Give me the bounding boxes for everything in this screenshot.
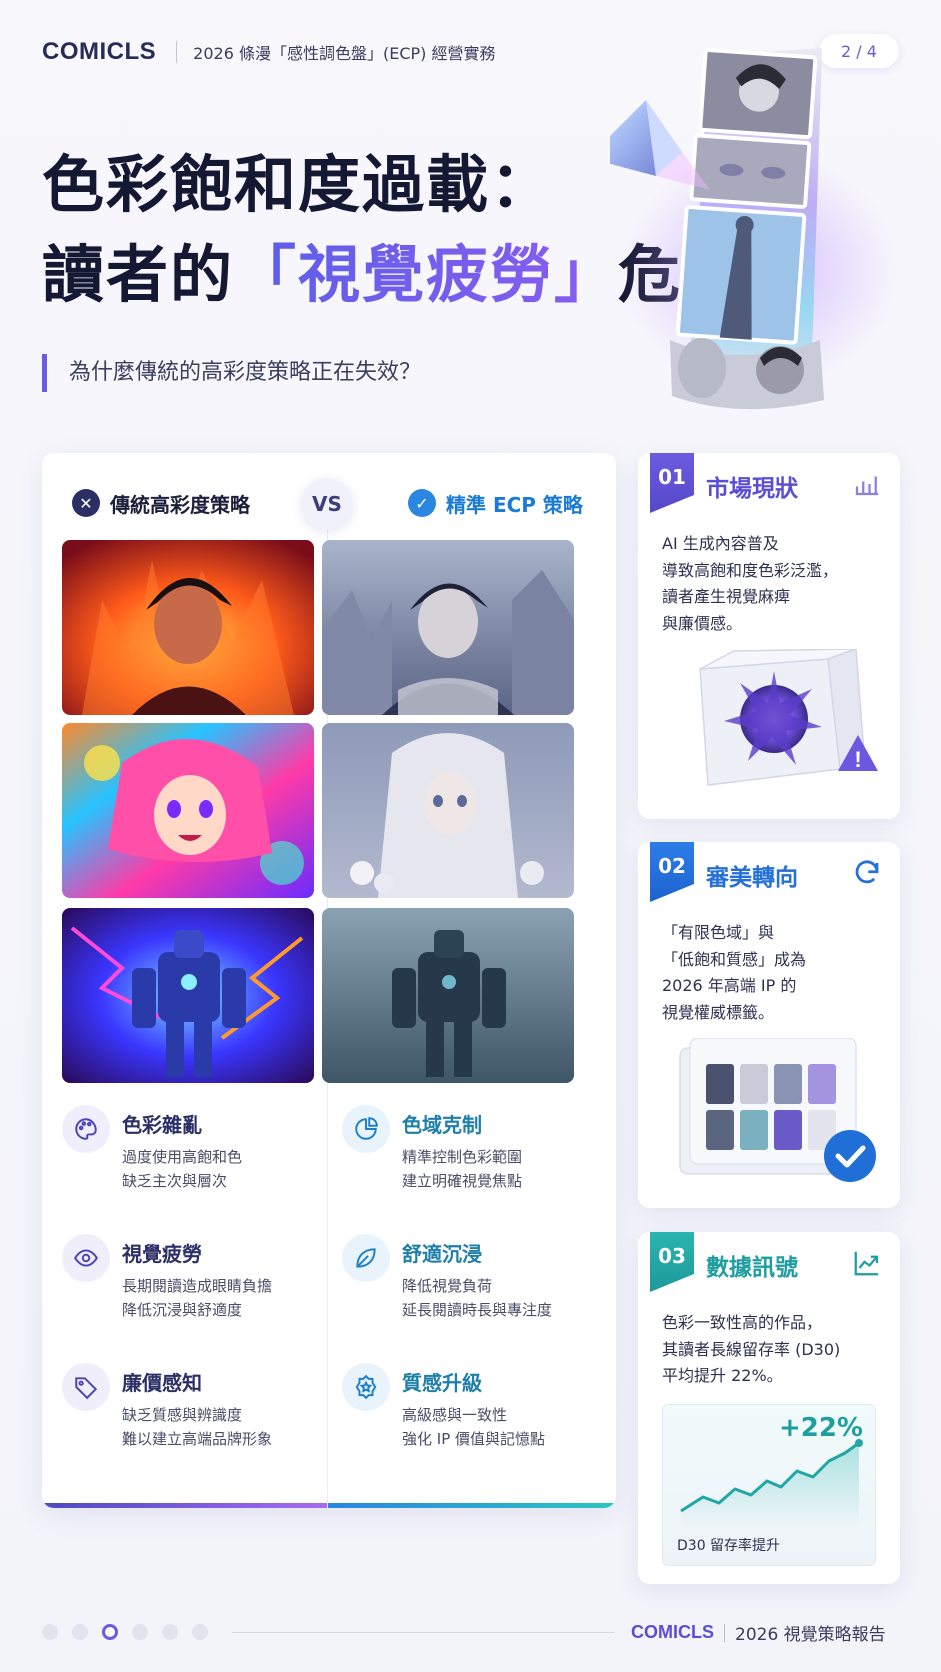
- retention-increase-value: +22%: [778, 1413, 863, 1443]
- left-accent-bar: [42, 1503, 327, 1508]
- card-number: 02: [650, 842, 694, 902]
- card-body: AI 生成內容普及 導致高飽和度色彩泛濫， 讀者產生視覺麻痺 與廉價感。: [662, 534, 839, 633]
- svg-text:!: !: [854, 747, 861, 772]
- feature-gamut-restraint: 色域克制 精準控制色彩範圍 建立明確視覺焦點: [342, 1105, 602, 1195]
- feature-title: 色彩雜亂: [122, 1113, 202, 1137]
- feature-title: 廉價感知: [122, 1371, 202, 1395]
- feature-title: 舒適沉浸: [402, 1242, 482, 1266]
- feature-title: 色域克制: [402, 1113, 482, 1137]
- card-market-status: 01 市場現狀 AI 生成內容普及 導致高飽和度色彩泛濫， 讀者產生視覺麻痺 與…: [638, 453, 900, 819]
- card-title: 市場現狀: [706, 476, 798, 502]
- title-accent: 「視覺疲勞」: [234, 238, 619, 311]
- page-dot-6[interactable]: [192, 1624, 208, 1640]
- feature-cheap-perception: 廉價感知 缺乏質感與辨識度 難以建立高端品牌形象: [62, 1363, 322, 1453]
- title-pre: 讀者的: [42, 238, 235, 311]
- muted-robot-image: [322, 908, 574, 1083]
- card-aesthetic-shift: 02 審美轉向 「有限色域」與 「低飽和質感」成為 2026 年高端 IP 的 …: [638, 842, 900, 1208]
- footer-label: 2026 視覺策略報告: [735, 1625, 886, 1645]
- page-dot-2[interactable]: [72, 1624, 88, 1640]
- muted-hero-image: [322, 540, 574, 715]
- feature-desc: 精準控制色彩範圍 建立明確視覺焦點: [402, 1148, 523, 1190]
- feature-quality-upgrade: 質感升級 高級感與一致性 強化 IP 價值與記憶點: [342, 1363, 602, 1453]
- card-number: 01: [650, 453, 694, 513]
- page-dot-3-active[interactable]: [102, 1624, 118, 1640]
- report-title: 2026 條漫「感性調色盤」(ECP) 經營實務: [193, 44, 496, 63]
- footer: COMICLS 2026 視覺策略報告: [631, 1620, 886, 1645]
- page-dot-5[interactable]: [162, 1624, 178, 1640]
- comparison-card: ✕ 傳統高彩度策略 VS ✓ 精準 ECP 策略 色彩雜亂 過度使用高飽和色 缺…: [42, 453, 616, 1508]
- left-heading-label: 傳統高彩度策略: [110, 492, 250, 517]
- page-indicator: [42, 1624, 208, 1640]
- page-dot-1[interactable]: [42, 1624, 58, 1640]
- footer-separator: [724, 1623, 725, 1642]
- feature-title: 質感升級: [402, 1371, 482, 1395]
- left-column-heading: ✕ 傳統高彩度策略: [72, 483, 250, 523]
- check-icon: ✓: [408, 489, 436, 517]
- brand-logo: COMICLS: [42, 38, 157, 65]
- feature-color-chaos: 色彩雜亂 過度使用高飽和色 缺乏主次與層次: [62, 1105, 322, 1195]
- bar-chart-icon: [852, 469, 882, 499]
- pie-chart-icon: [342, 1105, 390, 1153]
- glass-cube-illustration: !: [699, 649, 878, 786]
- feature-desc: 過度使用高飽和色 缺乏主次與層次: [122, 1148, 243, 1190]
- card-number: 03: [650, 1232, 694, 1292]
- top-bar: COMICLS 2026 條漫「感性調色盤」(ECP) 經營實務: [42, 36, 495, 68]
- feature-desc: 降低視覺負荷 延長閱讀時長與專注度: [402, 1277, 553, 1319]
- card-body: 色彩一致性高的作品， 其讀者長線留存率 (D30) 平均提升 22%。: [662, 1313, 841, 1385]
- feature-desc: 缺乏質感與辨識度 難以建立高端品牌形象: [122, 1406, 273, 1448]
- hero-illustration: [588, 40, 900, 420]
- vs-badge: VS: [301, 478, 353, 530]
- feature-visual-fatigue: 視覺疲勞 長期閱讀造成眼睛負擔 降低沉浸與舒適度: [62, 1234, 322, 1324]
- leaf-icon: [342, 1234, 390, 1282]
- right-accent-bar: [328, 1503, 616, 1508]
- card-data-signal: 03 數據訊號 色彩一致性高的作品， 其讀者長線留存率 (D30) 平均提升 2…: [638, 1232, 900, 1584]
- price-tag-icon: [62, 1363, 110, 1411]
- saturated-hero-image: [62, 540, 314, 715]
- saturated-girl-image: [62, 723, 314, 898]
- retention-chart-label: D30 留存率提升: [677, 1538, 781, 1554]
- retention-chart-panel: +22% D30 留存率提升: [662, 1404, 876, 1566]
- right-column-heading: ✓ 精準 ECP 策略: [408, 483, 583, 523]
- page-dot-4[interactable]: [132, 1624, 148, 1640]
- brand-divider: [176, 41, 178, 63]
- cross-icon: ✕: [72, 489, 100, 517]
- card-title: 審美轉向: [706, 865, 798, 891]
- feature-desc: 高級感與一致性 強化 IP 價值與記憶點: [402, 1406, 546, 1448]
- card-body: 「有限色域」與 「低飽和質感」成為 2026 年高端 IP 的 視覺權威標籤。: [662, 923, 807, 1022]
- right-heading-label: 精準 ECP 策略: [446, 492, 583, 517]
- eye-icon: [62, 1234, 110, 1282]
- footer-brand: COMICLS: [631, 1622, 714, 1642]
- quality-badge-icon: [342, 1363, 390, 1411]
- swatch-panel-illustration: [679, 1038, 876, 1182]
- palette-icon: [62, 1105, 110, 1153]
- feature-desc: 長期閱讀造成眼睛負擔 降低沉浸與舒適度: [122, 1277, 273, 1319]
- card-title: 數據訊號: [706, 1255, 798, 1281]
- saturated-robot-image: [62, 908, 314, 1083]
- feature-title: 視覺疲勞: [122, 1242, 202, 1266]
- page-subtitle: 為什麼傳統的高彩度策略正在失效？: [42, 354, 421, 392]
- trend-up-icon: [852, 1248, 882, 1278]
- feature-comfort-immersion: 舒適沉浸 降低視覺負荷 延長閱讀時長與專注度: [342, 1234, 602, 1324]
- footer-divider: [232, 1632, 614, 1633]
- muted-girl-image: [322, 723, 574, 898]
- refresh-icon: [852, 858, 882, 888]
